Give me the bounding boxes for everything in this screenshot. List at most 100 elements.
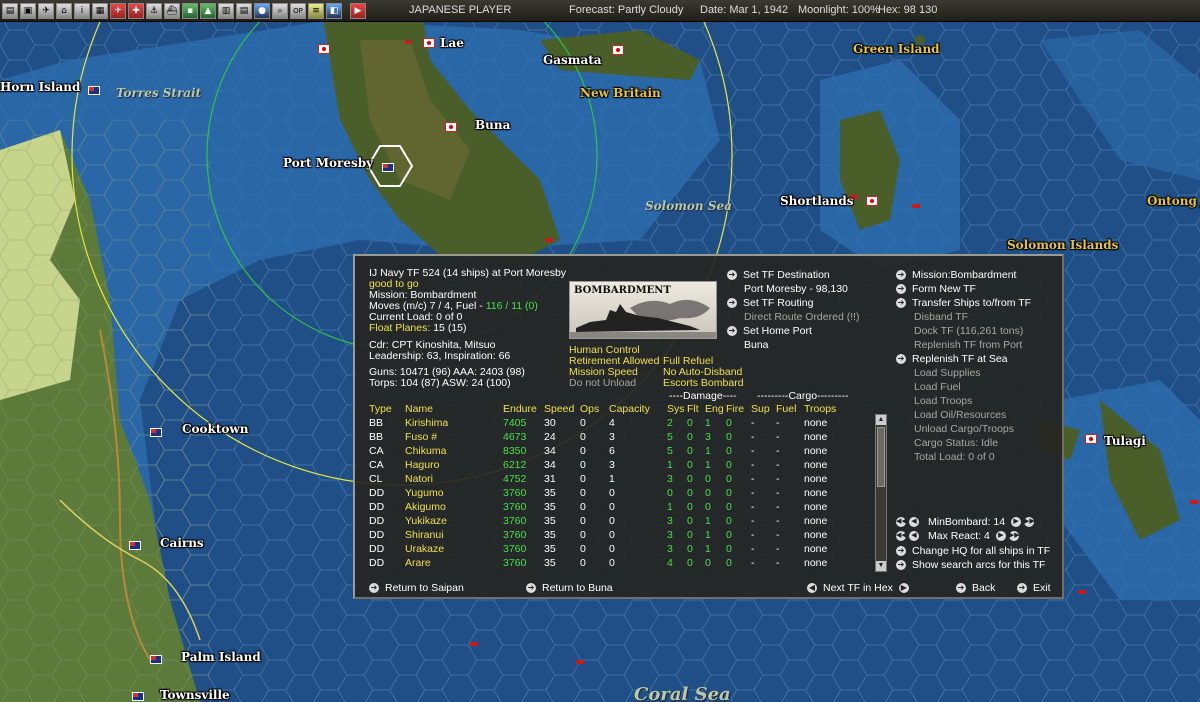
table-row[interactable]: DD Akigumo 3760 35 0 0 1 0 0 0- - none	[369, 500, 844, 514]
do-not-unload-toggle[interactable]: Do not Unload	[569, 377, 636, 389]
naval-icon[interactable]: ⚓	[146, 2, 162, 19]
ship-name-cell[interactable]: Fuso #	[405, 430, 503, 444]
table-row[interactable]: BB Fuso #4673 24 0 3 5 0 3 0- - none	[369, 430, 844, 444]
table-row[interactable]: DD Yukikaze 3760 35 0 0 3 0 1 0- - none	[369, 514, 844, 528]
tf-action-item[interactable]: ➔ Mission:Bombardment	[896, 269, 1016, 281]
column-header[interactable]: Fire	[726, 402, 751, 416]
cities-icon[interactable]: ▪	[182, 2, 198, 19]
set-tf-routing-button[interactable]: ➔ Set TF Routing	[727, 297, 813, 309]
return-to-saipan-button[interactable]: ➔ Return to Saipan	[369, 582, 464, 594]
allied-base-flag-icon[interactable]	[132, 692, 144, 701]
scroll-up-icon[interactable]: ▲	[876, 415, 886, 425]
column-header[interactable]: Endure	[503, 402, 544, 416]
ship-name-cell[interactable]: Akigumo	[405, 500, 503, 514]
japanese-base-flag-icon[interactable]	[612, 45, 624, 55]
column-header[interactable]: Eng	[705, 402, 726, 416]
info-icon[interactable]: i	[74, 2, 90, 19]
aircraft-icon[interactable]: ✈	[110, 2, 126, 19]
ships-icon[interactable]: ⛴	[164, 2, 180, 19]
japanese-base-flag-icon[interactable]	[423, 38, 435, 48]
increase-icon[interactable]: ▶	[1011, 517, 1022, 527]
tf-action-item[interactable]: Unload Cargo/Troops	[896, 423, 1014, 435]
column-header[interactable]: Flt	[687, 402, 705, 416]
back-button[interactable]: ➔ Back	[956, 582, 995, 594]
menu-icon[interactable]: ▤	[2, 2, 18, 19]
escorts-bombard-toggle[interactable]: Escorts Bombard	[663, 377, 744, 389]
table-row[interactable]: DD Yugumo 3760 35 0 0 0 0 0 0- - none	[369, 486, 844, 500]
tf-action-item[interactable]: Load Supplies	[896, 367, 981, 379]
min-bombard-stepper[interactable]: ◀◀ ◀ MinBombard: 14 ▶ ▶▶	[896, 516, 1037, 528]
show-search-arcs-button[interactable]: ➔ Show search arcs for this TF	[896, 559, 1045, 571]
tf-action-item[interactable]: Cargo Status: Idle	[896, 437, 998, 449]
air-icon[interactable]: ✈	[38, 2, 54, 19]
map-label-port-moresby[interactable]: Port Moresby	[283, 156, 373, 170]
ship-name-cell[interactable]: Haguro	[405, 458, 503, 472]
table-row[interactable]: DD Shiranui 3760 35 0 0 3 0 1 0- - none	[369, 528, 844, 542]
allied-base-flag-icon[interactable]	[150, 428, 162, 437]
tf-action-item[interactable]: Total Load: 0 of 0	[896, 451, 995, 463]
ground-icon[interactable]: ⌂	[56, 2, 72, 19]
column-header[interactable]: Name	[405, 402, 503, 416]
table-row[interactable]: CA Chikuma 8350 34 0 6 5 0 1 0- - none	[369, 444, 844, 458]
end-turn-icon[interactable]: ▶	[350, 2, 366, 19]
tf-action-item[interactable]: ➔ Form New TF	[896, 283, 976, 295]
decrease-fast-icon[interactable]: ◀◀	[896, 531, 907, 541]
column-header[interactable]: Ops	[580, 402, 609, 416]
increase-fast-icon[interactable]: ▶▶	[1024, 517, 1035, 527]
change-hq-button[interactable]: ➔ Change HQ for all ships in TF	[896, 545, 1050, 557]
scroll-down-icon[interactable]: ▼	[876, 561, 886, 571]
report-icon[interactable]: ≡	[308, 2, 324, 19]
ship-name-cell[interactable]: Yukikaze	[405, 514, 503, 528]
japanese-base-flag-icon[interactable]	[866, 196, 878, 206]
decrease-icon[interactable]: ◀	[909, 531, 919, 541]
japanese-base-flag-icon[interactable]	[445, 122, 457, 132]
japanese-base-flag-icon[interactable]	[1085, 434, 1097, 444]
tf-action-item[interactable]: Load Fuel	[896, 381, 961, 393]
terrain-icon[interactable]: ▲	[200, 2, 216, 19]
reinforce-icon[interactable]: ◧	[326, 2, 342, 19]
allied-base-flag-icon[interactable]	[129, 541, 141, 550]
increase-fast-icon[interactable]: ▶▶	[1008, 531, 1020, 541]
tf-action-item[interactable]: ➔ Replenish TF at Sea	[896, 353, 1008, 365]
column-header[interactable]: Capacity	[609, 402, 667, 416]
table-row[interactable]: CA Haguro 6212 34 0 3 1 0 1 0- - none	[369, 458, 844, 472]
set-tf-destination-button[interactable]: ➔ Set TF Destination	[727, 269, 830, 281]
ship-name-cell[interactable]: Chikuma	[405, 444, 503, 458]
exit-button[interactable]: ➔ Exit	[1017, 582, 1051, 594]
allied-base-flag-icon[interactable]	[382, 163, 394, 172]
scroll-thumb[interactable]	[877, 427, 885, 487]
arrow-right-icon[interactable]: ▶	[898, 583, 909, 594]
return-to-buna-button[interactable]: ➔ Return to Buna	[526, 582, 613, 594]
column-header[interactable]: Speed	[544, 402, 580, 416]
table-row[interactable]: DD Urakaze 3760 35 0 0 3 0 1 0- - none	[369, 542, 844, 556]
ship-list-scrollbar[interactable]: ▲ ▼	[875, 414, 887, 572]
tf-action-item[interactable]: ➔ Transfer Ships to/from TF	[896, 297, 1031, 309]
tf-action-item[interactable]: Load Oil/Resources	[896, 409, 1006, 421]
ship-name-cell[interactable]: Natori	[405, 472, 503, 486]
column-header[interactable]: Troops	[804, 402, 844, 416]
map-layers-icon[interactable]: ▦	[92, 2, 108, 19]
tf-action-item[interactable]: Disband TF	[896, 311, 968, 323]
column-header[interactable]: Sys	[667, 402, 687, 416]
bases-icon[interactable]: ▥	[218, 2, 234, 19]
column-header[interactable]: Sup	[751, 402, 776, 416]
allied-base-flag-icon[interactable]	[88, 86, 100, 95]
table-row[interactable]: CL Natori 4752 31 0 1 3 0 0 0- - none	[369, 472, 844, 486]
allied-base-flag-icon[interactable]	[150, 655, 162, 664]
tf-action-item[interactable]: Load Troops	[896, 395, 972, 407]
arrow-left-icon[interactable]: ◀	[807, 583, 817, 594]
units-icon[interactable]: ▤	[236, 2, 252, 19]
table-row[interactable]: BB Kirishima 7405 30 0 4 2 0 1 0- - none	[369, 416, 844, 430]
column-header[interactable]: Fuel	[776, 402, 804, 416]
next-tf-in-hex-button[interactable]: ◀ Next TF in Hex ▶	[807, 582, 909, 594]
decrease-fast-icon[interactable]: ◀◀	[896, 517, 907, 527]
ship-name-cell[interactable]: Kirishima	[405, 416, 503, 430]
max-react-stepper[interactable]: ◀◀ ◀ Max React: 4 ▶ ▶▶	[896, 530, 1022, 542]
ship-name-cell[interactable]: Shiranui	[405, 528, 503, 542]
op-icon[interactable]: OP	[290, 2, 306, 19]
increase-icon[interactable]: ▶	[995, 531, 1006, 541]
globe-icon[interactable]: ●	[254, 2, 270, 19]
table-row[interactable]: DD Arare 3760 35 0 0 4 0 0 0- - none	[369, 556, 844, 570]
tf-action-item[interactable]: Dock TF (116,261 tons)	[896, 325, 1023, 337]
search-icon[interactable]: ⌕	[272, 2, 288, 19]
